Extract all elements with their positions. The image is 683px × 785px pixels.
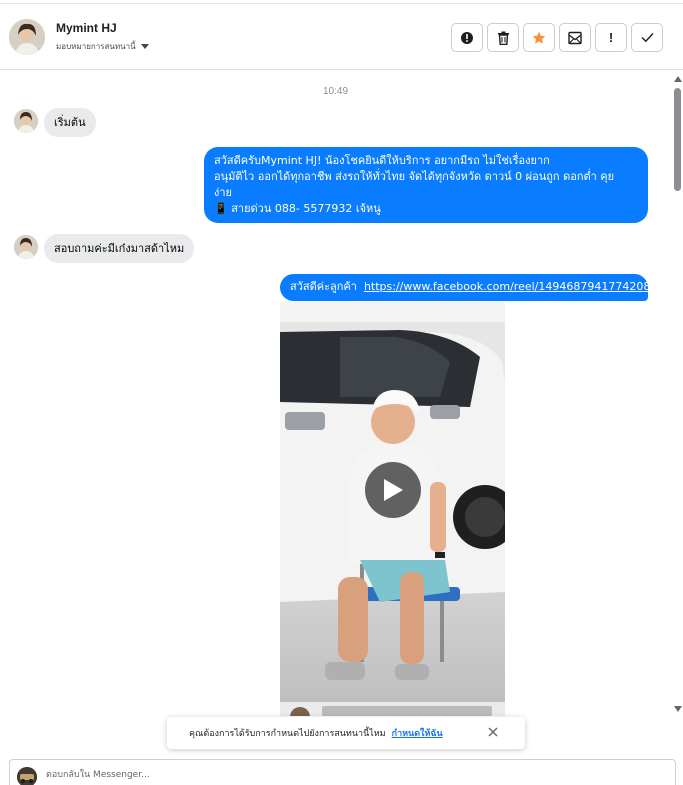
star-icon xyxy=(532,31,546,44)
outgoing-message: สวัสดีครับMymint HJ! น้องโชคยินดีให้บริก… xyxy=(204,147,648,223)
star-button[interactable] xyxy=(523,23,555,52)
scroll-up-arrow-icon[interactable] xyxy=(674,76,682,82)
reply-input[interactable] xyxy=(46,766,646,784)
play-button[interactable] xyxy=(365,462,421,518)
page-avatar xyxy=(17,767,37,785)
trash-icon xyxy=(497,31,509,45)
incoming-message: สอบถามค่ะมีเก๋งมาสด้าไหม xyxy=(44,234,195,263)
alert-circle-icon xyxy=(461,31,473,44)
reel-link[interactable]: https://www.facebook.com/reel/1494687941… xyxy=(364,280,650,293)
message-line: อนุมัติไว ออกได้ทุกอาชีพ ส่งรถให้ทั่วไทย… xyxy=(214,170,615,183)
customer-avatar-small xyxy=(14,109,38,133)
assign-prompt-banner: คุณต้องการได้รับการกำหนดไปยังการสนทนานี้… xyxy=(167,717,525,749)
delete-button[interactable] xyxy=(487,23,519,52)
page-avatar xyxy=(290,707,310,716)
message-line: สวัสดีครับMymint HJ! น้องโชคยินดีให้บริก… xyxy=(214,154,550,167)
follow-up-button[interactable]: ! xyxy=(595,23,627,52)
assign-label: มอบหมายการสนทนานี้ xyxy=(56,42,136,51)
reply-composer xyxy=(9,759,676,785)
assign-prompt-text: คุณต้องการได้รับการกำหนดไปยังการสนทนานี้… xyxy=(189,729,386,739)
exclamation-icon: ! xyxy=(608,30,614,45)
message-line: 📱 สายด่วน 088- 5577932 เจ้หนู xyxy=(214,202,381,215)
mark-unread-icon xyxy=(568,31,582,44)
video-caption-bar xyxy=(280,702,505,716)
caption-placeholder-bar xyxy=(322,706,492,716)
message-text: สวัสดีค่ะลูกค้า xyxy=(290,280,357,293)
message-line: ง่าย xyxy=(214,186,232,199)
customer-name: Mymint HJ xyxy=(56,21,117,35)
mark-unread-button[interactable] xyxy=(559,23,591,52)
caret-down-icon xyxy=(140,44,149,49)
close-icon[interactable] xyxy=(487,726,499,738)
video-preview[interactable] xyxy=(280,302,505,702)
spam-button[interactable] xyxy=(451,23,483,52)
message-thread[interactable]: 10:49 เริ่มต้น สวัสดีครับMymint HJ! น้อง… xyxy=(0,71,671,716)
customer-avatar-small xyxy=(14,235,38,259)
incoming-message: เริ่มต้น xyxy=(44,108,96,137)
assign-conversation-dropdown[interactable]: มอบหมายการสนทนานี้ xyxy=(56,40,149,53)
scroll-down-arrow-icon[interactable] xyxy=(674,706,682,712)
assign-to-me-link[interactable]: กำหนดให้ฉัน xyxy=(392,726,443,740)
scrollbar-thumb[interactable] xyxy=(674,88,681,191)
header-actions: ! xyxy=(451,23,663,52)
play-icon xyxy=(384,479,403,501)
outgoing-message-with-link: สวัสดีค่ะลูกค้า https://www.facebook.com… xyxy=(280,274,650,301)
message-timestamp: 10:49 xyxy=(322,86,349,97)
done-button[interactable] xyxy=(631,23,663,52)
conversation-header: Mymint HJ มอบหมายการสนทนานี้ ! xyxy=(0,4,683,70)
check-icon xyxy=(641,33,654,43)
customer-avatar[interactable] xyxy=(9,19,45,55)
